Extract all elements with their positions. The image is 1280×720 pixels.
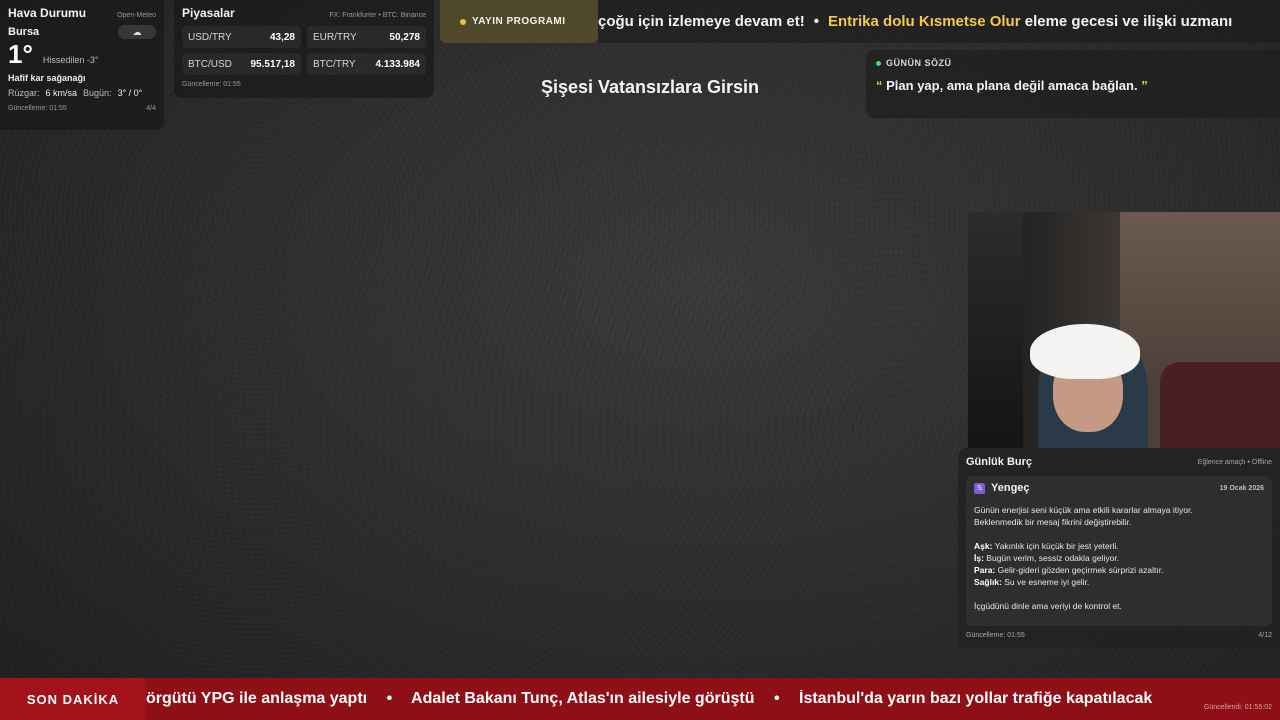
weather-city: Bursa: [8, 26, 40, 38]
horoscope-money: Para: Gelir-gideri gözden geçirmek sürpr…: [974, 564, 1264, 576]
rate-value: 50,278: [389, 31, 420, 43]
live-dot-icon: [876, 60, 881, 66]
health-text: Su ve esneme iyi gelir.: [1004, 577, 1090, 587]
santa-hat: [1030, 324, 1140, 379]
horoscope-meta: Eğlence amaçlı • Offline: [1197, 458, 1272, 466]
status-dot-icon: [460, 18, 466, 25]
ticker-highlight: Entrika dolu Kısmetse Olur: [828, 13, 1021, 30]
rate-label: BTC/USD: [188, 58, 232, 70]
breaking-news-bar: SON DAKİKA örgütü YPG ile anlaşma yaptı …: [0, 678, 1280, 720]
breaking-updated: Güncellendi: 01:55:02: [1203, 704, 1272, 711]
news-separator: •: [773, 690, 780, 707]
webcam-background-door: [968, 212, 1023, 448]
breaking-news-label: SON DAKİKA: [0, 678, 146, 720]
news-separator: •: [386, 690, 393, 707]
rate-btc-try: BTC/TRY 4.133.984: [307, 53, 426, 75]
stream-title: Şişesi Vatansızlara Girsin: [540, 77, 760, 97]
love-label: Aşk:: [974, 541, 993, 551]
love-text: Yakınlık için küçük bir jest yeterli.: [994, 541, 1119, 551]
horoscope-widget: Günlük Burç Eğlence amaçlı • Offline ♋ Y…: [958, 448, 1280, 648]
markets-widget: Piyasalar FX: Frankfurter • BTC: Binance…: [174, 0, 434, 98]
ticker-separator: •: [813, 13, 820, 30]
rate-label: EUR/TRY: [313, 31, 357, 43]
quote-text-row: “ Plan yap, ama plana değil amaca bağlan…: [876, 78, 1270, 93]
weather-today-label: Bugün:: [83, 88, 112, 98]
schedule-tab: YAYIN PROGRAMI: [440, 0, 598, 43]
news-item: Adalet Bakanı Tunç, Atlas'ın ailesiyle g…: [411, 690, 755, 707]
open-quote-mark: “: [876, 78, 883, 93]
webcam-feed: [968, 212, 1280, 448]
snow-cloud-icon: ☁: [118, 25, 156, 39]
weather-temperature: 1°: [8, 39, 33, 69]
news-item: İstanbul'da yarın bazı yollar trafiğe ka…: [799, 690, 1153, 707]
rate-value: 95.517,18: [250, 58, 296, 70]
horoscope-intro: Günün enerjisi seni küçük ama etkili kar…: [974, 505, 1193, 515]
money-text: Gelir-gideri gözden geçirmek sürprizi az…: [997, 565, 1164, 575]
weather-feels-like: Hissedilen -3°: [42, 55, 99, 65]
horoscope-page-indicator: 4/12: [1258, 632, 1272, 639]
cancer-sign-icon: ♋: [974, 482, 985, 494]
horoscope-advice: İçgüdünü dinle ama veriyi de kontrol et.: [974, 601, 1122, 611]
weather-today-value: 3° / 0°: [117, 88, 143, 98]
rate-label: USD/TRY: [188, 31, 232, 43]
ticker-text: eleme gecesi ve ilişki uzmanı: [1024, 13, 1233, 30]
close-quote-mark: ”: [1141, 78, 1148, 93]
horoscope-date: 19 Ocak 2026: [1219, 484, 1264, 492]
schedule-label: YAYIN PROGRAMI: [472, 16, 566, 27]
rate-value: 4.133.984: [375, 58, 421, 70]
rate-eur-try: EUR/TRY 50,278: [307, 26, 426, 48]
horoscope-love: Aşk: Yakınlık için küçük bir jest yeterl…: [974, 540, 1264, 552]
horoscope-work: İş: Bugün verim, sessiz odakla geliyor.: [974, 552, 1264, 564]
webcam-background-sofa: [1160, 362, 1280, 448]
weather-updated: Güncelleme: 01:55: [8, 105, 67, 112]
money-label: Para:: [974, 565, 996, 575]
horoscope-body: Günün enerjisi seni küçük ama etkili kar…: [974, 504, 1264, 612]
weather-condition: Hafif kar sağanağı: [8, 73, 86, 83]
markets-updated: Güncelleme: 01:55: [182, 81, 241, 88]
breaking-news-ticker: örgütü YPG ile anlaşma yaptı • Adalet Ba…: [146, 690, 1280, 708]
horoscope-health: Sağlık: Su ve esneme iyi gelir.: [974, 576, 1264, 588]
weather-title: Hava Durumu: [8, 6, 87, 20]
quote-widget: GÜNÜN SÖZÜ “ Plan yap, ama plana değil a…: [866, 50, 1280, 118]
markets-source: FX: Frankfurter • BTC: Binance: [329, 12, 426, 19]
markets-title: Piyasalar: [182, 6, 235, 20]
horoscope-sign-name: Yengeç: [991, 482, 1030, 494]
quote-text: Plan yap, ama plana değil amaca bağlan.: [886, 78, 1138, 93]
weather-wind-value: 6 km/sa: [45, 88, 78, 98]
horoscope-title: Günlük Burç: [966, 456, 1033, 468]
ticker-text: çoğu için izlemeye devam et!: [598, 13, 805, 30]
work-text: Bugün verim, sessiz odakla geliyor.: [986, 553, 1120, 563]
horoscope-sign: ♋ Yengeç: [974, 482, 1030, 494]
weather-source: Open-Meteo: [117, 12, 156, 19]
weather-wind-label: Rüzgar:: [8, 88, 40, 98]
weather-page-indicator: 4/4: [146, 105, 156, 112]
quote-label: GÜNÜN SÖZÜ: [886, 58, 952, 68]
top-ticker: çoğu için izlemeye devam et! • Entrika d…: [598, 0, 1280, 43]
rate-label: BTC/TRY: [313, 58, 356, 70]
weather-widget: Hava Durumu Open-Meteo Bursa ☁ 1° Hissed…: [0, 0, 164, 130]
horoscope-updated: Güncelleme: 01:55: [966, 632, 1025, 639]
news-item: örgütü YPG ile anlaşma yaptı: [146, 690, 368, 707]
rate-value: 43,28: [269, 31, 295, 43]
webcam-background-wall: [1120, 212, 1280, 382]
rate-usd-try: USD/TRY 43,28: [182, 26, 301, 48]
work-label: İş:: [974, 553, 984, 563]
rate-btc-usd: BTC/USD 95.517,18: [182, 53, 301, 75]
horoscope-card: ♋ Yengeç 19 Ocak 2026 Günün enerjisi sen…: [966, 476, 1272, 626]
horoscope-intro: Beklenmedik bir mesaj fikrini değiştireb…: [974, 517, 1132, 527]
health-label: Sağlık:: [974, 577, 1002, 587]
